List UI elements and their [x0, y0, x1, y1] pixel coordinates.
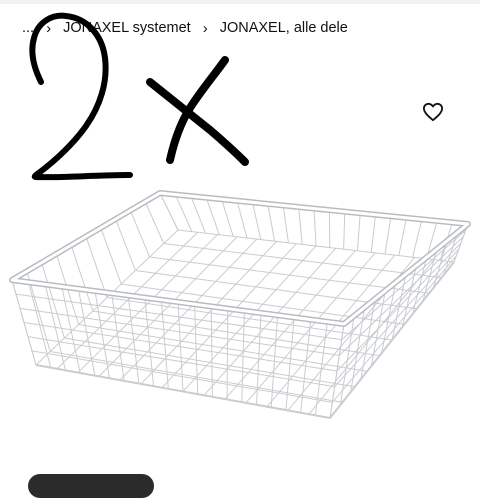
breadcrumb: ... › JONAXEL systemet › JONAXEL, alle d… [22, 17, 348, 39]
chevron-right-icon: › [44, 20, 53, 37]
breadcrumb-item-jonaxel-all-parts[interactable]: JONAXEL, alle dele [220, 20, 348, 36]
handwritten-x-stroke-2 [170, 60, 225, 160]
heart-outline-icon [422, 102, 444, 122]
chevron-right-icon: › [201, 20, 210, 37]
breadcrumb-item-jonaxel-system[interactable]: JONAXEL systemet [63, 20, 191, 36]
handwritten-digit-2 [32, 16, 130, 178]
top-bar [0, 0, 480, 4]
wishlist-button[interactable] [420, 99, 446, 125]
product-image-wire-basket [0, 180, 480, 440]
bottom-button[interactable] [28, 474, 154, 498]
breadcrumb-item-ellipsis[interactable]: ... [22, 20, 34, 36]
handwritten-x-stroke-1 [150, 82, 245, 162]
